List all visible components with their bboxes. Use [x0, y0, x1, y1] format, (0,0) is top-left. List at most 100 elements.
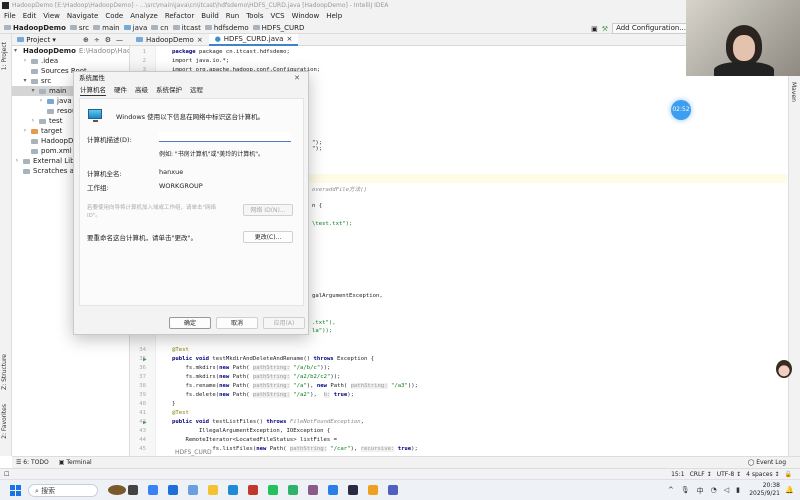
favorites-tool-button[interactable]: 2: Favorites [1, 404, 8, 439]
expand-arrow-icon[interactable]: › [30, 116, 36, 126]
network-id-button[interactable]: 网络 ID(N)... [243, 204, 293, 216]
taskbar-clock[interactable]: 20:38 2025/9/21 [749, 482, 780, 498]
taskbar-browser-icon[interactable] [328, 485, 338, 495]
project-view-dropdown[interactable]: Project ▾ [17, 36, 56, 44]
tab-hadoopdemo[interactable]: HadoopDemo × [130, 34, 209, 46]
menu-analyze[interactable]: Analyze [130, 11, 158, 22]
taskbar-file-icon[interactable] [128, 485, 138, 495]
locate-icon[interactable]: ⊕ [83, 36, 89, 44]
menu-window[interactable]: Window [292, 11, 320, 22]
maven-tool-button[interactable]: Maven [790, 82, 797, 102]
taskbar-edge-icon[interactable] [228, 485, 238, 495]
volume-icon[interactable]: ◁ [724, 486, 729, 496]
expand-arrow-icon[interactable]: › [22, 56, 28, 66]
folder-icon [69, 25, 77, 30]
breadcrumb-item[interactable]: HDFS_CURD [252, 24, 304, 32]
expand-arrow-icon[interactable]: ▾ [30, 86, 36, 96]
dialog-tab[interactable]: 硬件 [114, 84, 127, 96]
build-hammer-icon[interactable]: ⚒ [602, 25, 608, 33]
taskbar-wechat-icon[interactable] [268, 485, 278, 495]
taskbar-app-icon[interactable] [188, 485, 198, 495]
menu-run[interactable]: Run [226, 11, 239, 22]
ok-button[interactable]: 确定 [169, 317, 211, 329]
microphone-icon[interactable]: 🎙 [681, 486, 690, 496]
expand-arrow-icon[interactable]: › [22, 126, 28, 136]
ime-indicator[interactable]: 中 [697, 486, 704, 496]
project-tool-button[interactable]: 1: Project [1, 42, 8, 70]
rename-text: 要重命名这台计算机，请单击"更改"。 [87, 234, 197, 242]
wifi-icon[interactable]: ◔ [711, 486, 717, 496]
structure-tool-button[interactable]: Z: Structure [1, 354, 8, 390]
tree-item[interactable]: ▾HadoopDemoE:\Hadoop\HadoopDe [12, 46, 129, 56]
tab-hdfs-curd[interactable]: ● HDFS_CURD.java × [208, 33, 299, 46]
expand-arrow-icon[interactable]: ▾ [22, 76, 28, 86]
taskbar-qq-icon[interactable] [248, 485, 258, 495]
breadcrumb-item[interactable]: java [123, 24, 147, 32]
run-test-icon[interactable]: ▶ [143, 355, 147, 364]
gear-icon[interactable]: ⚙ [105, 36, 111, 44]
menu-refactor[interactable]: Refactor [165, 11, 194, 22]
cancel-button[interactable]: 取消 [216, 317, 258, 329]
menu-help[interactable]: Help [326, 11, 342, 22]
code-line: fs.delete(new Path( pathString: "/a2"), … [172, 392, 354, 398]
menu-tools[interactable]: Tools [246, 11, 263, 22]
menu-file[interactable]: File [4, 11, 16, 22]
taskbar-app-icon[interactable] [108, 485, 126, 495]
breadcrumb-file[interactable]: HDFS_CURD [175, 449, 212, 456]
run-test-icon[interactable]: ▶ [143, 418, 147, 427]
menu-edit[interactable]: Edit [23, 11, 37, 22]
taskbar-browser-icon[interactable] [148, 485, 158, 495]
taskbar-app-icon[interactable] [348, 485, 358, 495]
recording-timer[interactable]: 02:52 [671, 100, 691, 120]
collapse-icon[interactable]: ÷ [94, 36, 100, 44]
change-button[interactable]: 更改(C)... [243, 231, 293, 243]
floating-avatar[interactable] [776, 360, 792, 378]
project-structure-icon[interactable]: ▣ [591, 25, 598, 33]
menu-view[interactable]: View [43, 11, 60, 22]
taskbar-app-icon[interactable] [308, 485, 318, 495]
dialog-tab[interactable]: 高级 [135, 84, 148, 96]
menu-vcs[interactable]: VCS [270, 11, 284, 22]
dialog-tab[interactable]: 计算机名 [80, 84, 106, 96]
expand-arrow-icon[interactable]: ▾ [14, 46, 17, 56]
breadcrumb-item[interactable]: itcast [172, 24, 201, 32]
close-icon[interactable]: × [197, 34, 203, 46]
breadcrumb-item[interactable]: src [69, 24, 89, 32]
event-log-tab[interactable]: ◯ Event Log [748, 459, 786, 466]
todo-tab[interactable]: ☰ 6: TODO [16, 459, 49, 466]
network-id-text: 若要使用向导将计算机加入域或工作组，请单击"网络 ID"。 [87, 205, 217, 219]
taskbar-search[interactable]: ⌕ 搜索 [28, 484, 98, 497]
dialog-tab[interactable]: 远程 [190, 84, 203, 96]
tree-item[interactable]: › .idea [12, 56, 129, 66]
dialog-tab[interactable]: 系统保护 [156, 84, 182, 96]
expand-arrow-icon[interactable]: › [38, 96, 44, 106]
close-icon[interactable]: ✕ [294, 74, 300, 82]
taskbar-file-explorer-icon[interactable] [208, 485, 218, 495]
apply-button[interactable]: 应用(A) [263, 317, 305, 329]
computer-description-input[interactable] [159, 132, 291, 142]
taskbar-app-icon[interactable] [288, 485, 298, 495]
folder-icon [31, 78, 38, 84]
breadcrumb-item[interactable]: main [93, 24, 120, 32]
window-title: HadoopDemo [E:\Hadoop\HadoopDemo] - ...\… [12, 2, 389, 9]
add-configuration-button[interactable]: Add Configuration... [612, 23, 690, 34]
taskbar-app-icon[interactable] [368, 485, 378, 495]
close-icon[interactable]: × [286, 33, 292, 45]
menu-build[interactable]: Build [201, 11, 219, 22]
intellij-logo-icon [2, 2, 9, 9]
terminal-tab[interactable]: ▣ Terminal [59, 459, 92, 466]
menu-code[interactable]: Code [105, 11, 123, 22]
battery-icon[interactable]: ▮ [736, 486, 740, 496]
breadcrumb-item[interactable]: cn [151, 24, 169, 32]
notification-bell-icon[interactable]: 🔔 [785, 486, 794, 494]
menu-navigate[interactable]: Navigate [67, 11, 98, 22]
taskbar-app-icon[interactable] [168, 485, 178, 495]
breadcrumb-item[interactable]: HadoopDemo [4, 24, 66, 32]
windows-start-icon[interactable] [10, 485, 21, 496]
hide-icon[interactable]: — [116, 36, 123, 44]
taskbar-app-icon[interactable] [388, 485, 398, 495]
tray-expand-icon[interactable]: ^ [668, 486, 674, 496]
expand-arrow-icon[interactable]: › [14, 156, 20, 166]
breadcrumb-item[interactable]: hdfsdemo [204, 24, 249, 32]
code-line: import java.io.*; [172, 58, 230, 64]
